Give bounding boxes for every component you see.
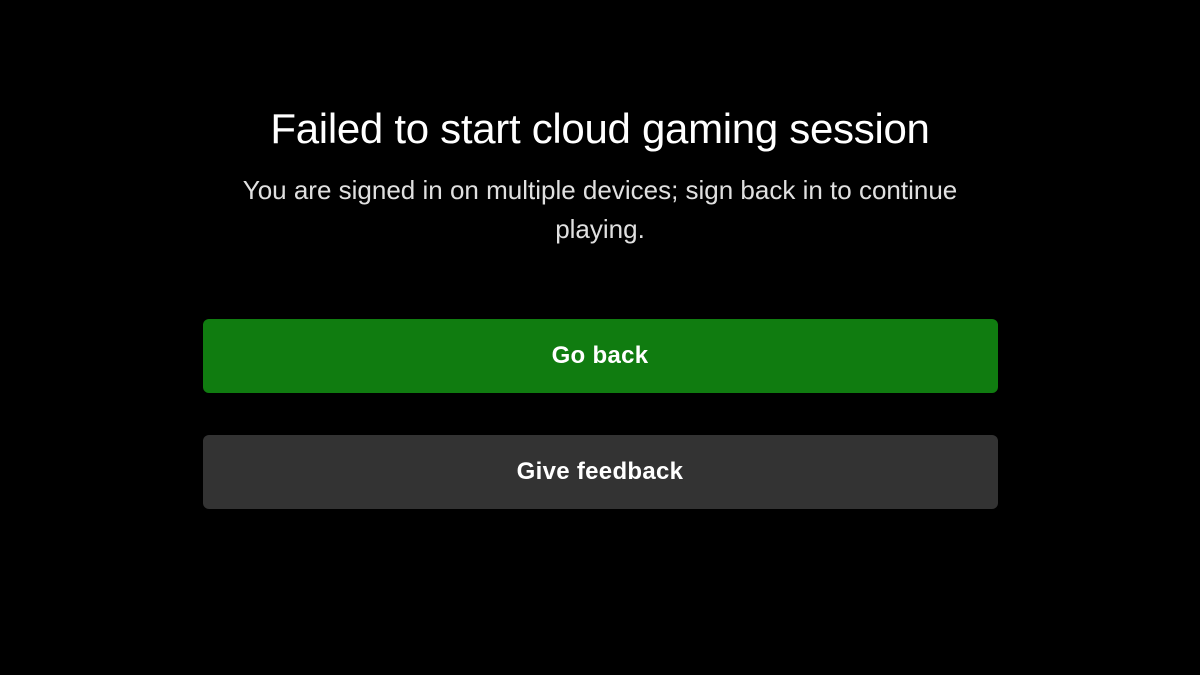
error-dialog: Failed to start cloud gaming session You… bbox=[0, 0, 1200, 509]
give-feedback-button[interactable]: Give feedback bbox=[203, 435, 998, 509]
error-title: Failed to start cloud gaming session bbox=[270, 105, 929, 153]
go-back-button[interactable]: Go back bbox=[203, 319, 998, 393]
button-group: Go back Give feedback bbox=[203, 319, 998, 509]
error-message: You are signed in on multiple devices; s… bbox=[240, 171, 960, 249]
